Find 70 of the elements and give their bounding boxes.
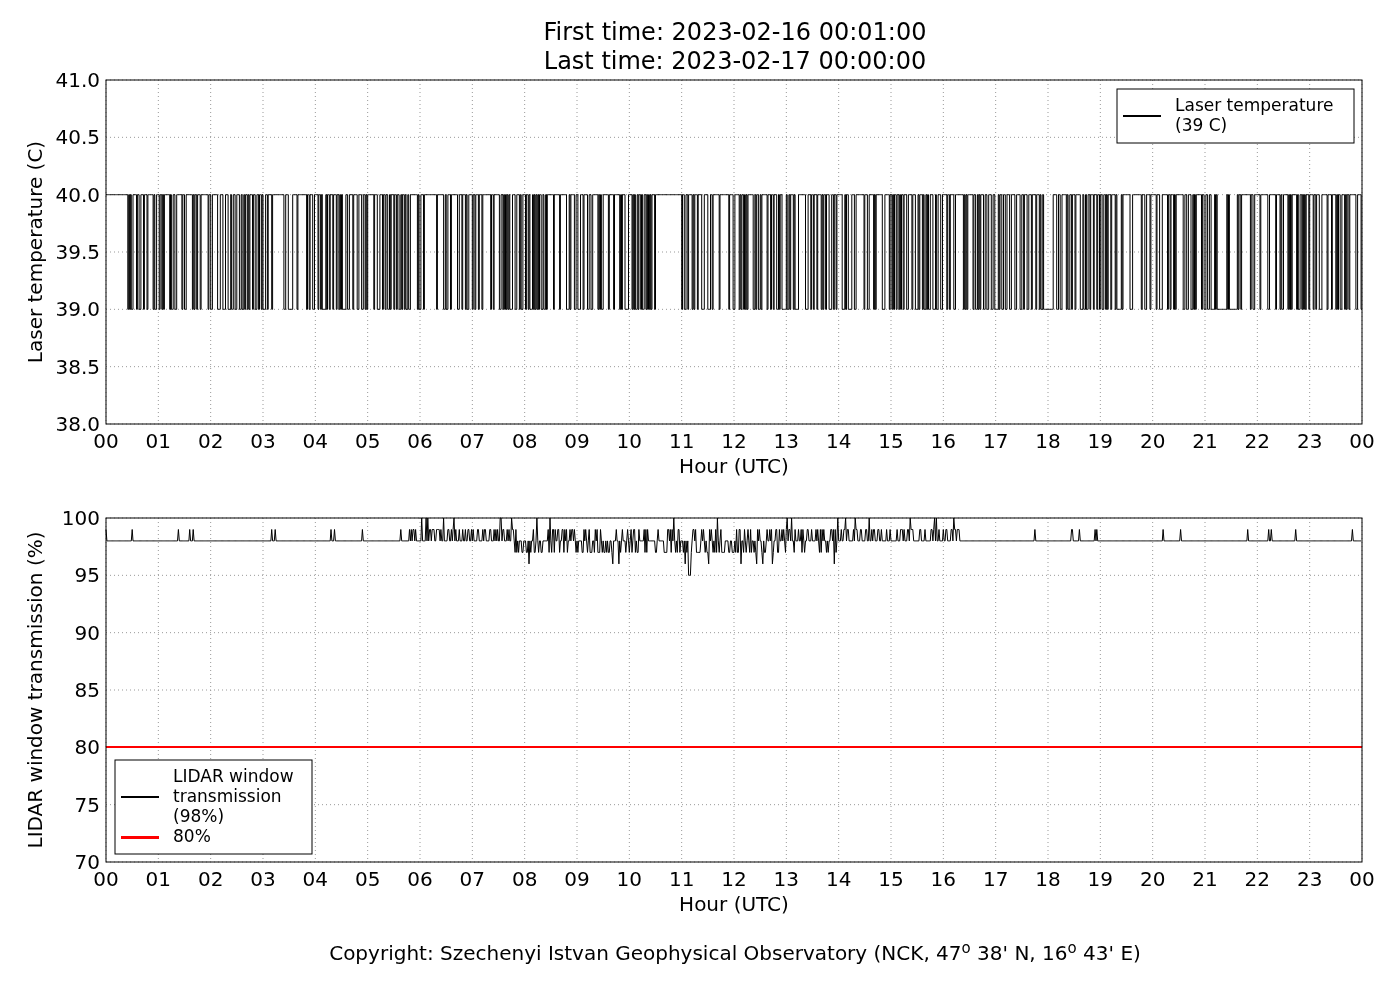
x-tick-label: 19 [1087, 867, 1114, 891]
x-tick-label: 21 [1192, 867, 1218, 891]
legend-label: LIDAR window transmission (98%) [173, 766, 294, 826]
legend-label: 80% [173, 826, 211, 846]
y-tick-label: 40.5 [55, 125, 100, 150]
x-tick-label: 06 [407, 867, 433, 891]
x-tick-label: 21 [1192, 429, 1218, 453]
x-tick-label: 15 [878, 867, 904, 891]
x-tick-label: 12 [721, 867, 747, 891]
x-tick-label: 18 [1035, 429, 1061, 453]
x-tick-label: 06 [407, 429, 433, 453]
y-tick-label: 95 [74, 563, 100, 588]
y-tick-label: 100 [61, 508, 100, 530]
x-tick-label: 10 [616, 429, 643, 453]
x-tick-label: 17 [982, 429, 1009, 453]
y-tick-label: 85 [74, 678, 100, 702]
y-tick-label: 75 [74, 792, 100, 817]
y-tick-label: 40.0 [55, 182, 100, 207]
x-tick-label: 02 [197, 429, 224, 453]
x-tick-label: 11 [668, 867, 695, 891]
y-tick-label: 39.5 [55, 240, 100, 264]
x-tick-label: 03 [250, 867, 276, 891]
y-tick-label: 39.0 [55, 297, 100, 322]
x-tick-label: 23 [1296, 867, 1323, 891]
x-tick-label: 16 [930, 867, 957, 891]
x-tick-label: 05 [354, 867, 381, 891]
x-tick-label: 08 [511, 867, 538, 891]
x-tick-label: 07 [459, 867, 486, 891]
x-tick-label: 04 [302, 867, 329, 891]
x-tick-label: 13 [773, 429, 800, 453]
y-axis-label: Laser temperature (C) [23, 140, 47, 364]
copyright-text: Copyright: Szechenyi Istvan Geophysical Observatory (NCK, 47$^{o}$ 38' N, 16$^{o}$ 43' E) [329, 938, 1141, 967]
x-tick-label: 20 [1139, 867, 1166, 891]
chart-title: First time: 2023-02-16 00:01:00 [543, 18, 927, 47]
x-tick-label: 15 [878, 429, 904, 453]
chart-title: Last time: 2023-02-17 00:00:00 [543, 47, 927, 76]
x-tick-label: 04 [302, 429, 329, 453]
x-tick-label: 19 [1087, 429, 1114, 453]
y-tick-label: 38.5 [55, 354, 100, 379]
x-tick-label: 12 [721, 429, 747, 453]
legend-label: Laser temperature (39 C) [1175, 95, 1334, 135]
x-tick-label: 02 [197, 867, 224, 891]
x-tick-label: 18 [1035, 867, 1061, 891]
x-tick-label: 07 [459, 429, 486, 453]
x-tick-label: 08 [511, 429, 538, 453]
y-tick-label: 90 [74, 620, 100, 645]
x-tick-label: 23 [1296, 429, 1323, 453]
x-tick-label: 11 [668, 429, 695, 453]
x-tick-label: 22 [1244, 429, 1271, 453]
x-tick-label: 00 [1349, 867, 1375, 891]
x-tick-label: 22 [1244, 867, 1271, 891]
y-tick-label: 80 [74, 735, 100, 760]
x-tick-label: 16 [930, 429, 957, 453]
x-tick-label: 14 [825, 867, 852, 891]
x-tick-label: 00 [1349, 429, 1375, 453]
x-tick-label: 03 [250, 429, 276, 453]
x-axis-label: Hour (UTC) [679, 454, 789, 478]
y-axis-label: LIDAR window transmission (%) [23, 531, 47, 849]
x-tick-label: 10 [616, 867, 643, 891]
x-tick-label: 09 [564, 429, 590, 453]
x-tick-label: 20 [1139, 429, 1166, 453]
x-tick-label: 17 [982, 867, 1009, 891]
y-tick-label: 41.0 [55, 70, 100, 92]
x-tick-label: 14 [825, 429, 852, 453]
x-tick-label: 13 [773, 867, 800, 891]
x-tick-label: 01 [145, 429, 172, 453]
x-tick-label: 09 [564, 867, 590, 891]
x-axis-label: Hour (UTC) [679, 892, 789, 916]
x-tick-label: 01 [145, 867, 172, 891]
x-tick-label: 05 [354, 429, 381, 453]
